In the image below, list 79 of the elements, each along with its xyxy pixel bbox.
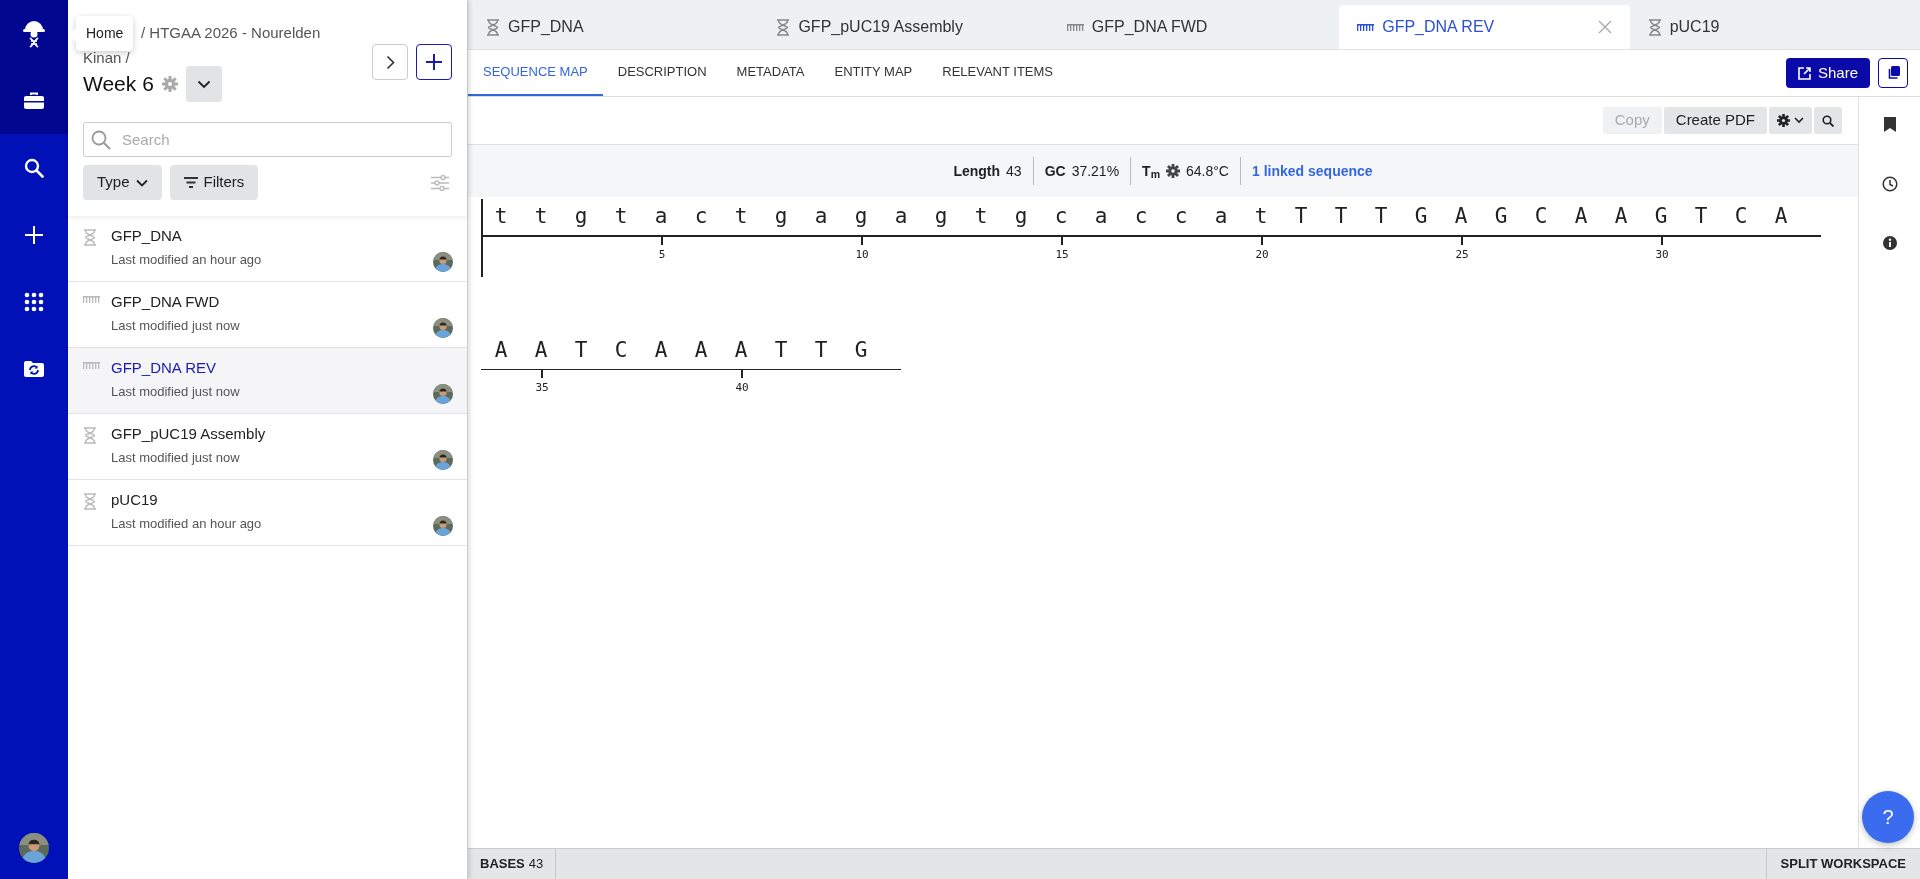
sequence-text: A A T C A A A T T G [493, 336, 869, 364]
hourglass-icon [83, 427, 97, 444]
ruler-label: 10 [855, 246, 869, 263]
chevron-right-icon [385, 54, 395, 70]
stat-value: 64.8°C [1186, 161, 1229, 181]
copy-icon [1886, 66, 1900, 80]
ruler-label: 40 [735, 380, 749, 396]
clock-icon[interactable] [1881, 176, 1898, 192]
ruler-label: 25 [1455, 246, 1469, 263]
chevron-down-icon [135, 178, 148, 187]
linked-sequence-link[interactable]: 1 linked sequence [1252, 160, 1373, 182]
tab[interactable]: SEQUENCE MAP [468, 50, 603, 96]
filters-button[interactable]: Filters [169, 165, 259, 200]
info-icon[interactable] [1882, 236, 1897, 250]
chevron-down-icon [196, 79, 211, 89]
stat-label: Length [953, 161, 1001, 181]
external-link-icon [1797, 66, 1811, 80]
search-field[interactable]: Search [83, 122, 452, 157]
hourglass-icon [83, 493, 97, 510]
status-label: BASES [480, 855, 525, 874]
stat-value: 37.21% [1071, 161, 1120, 181]
help-button[interactable]: ? [1862, 791, 1914, 843]
document-tab[interactable]: GFP_DNA REV [1339, 5, 1630, 49]
hourglass-icon [1647, 18, 1662, 36]
document-tab[interactable]: pUC19 [1629, 5, 1920, 49]
oligo-icon [83, 295, 100, 304]
gear-icon [1777, 114, 1790, 127]
logo-icon[interactable] [23, 18, 45, 49]
apps-icon[interactable] [24, 291, 44, 312]
filter-icon [183, 177, 198, 188]
dropdown-button[interactable] [185, 66, 222, 102]
oligo-icon [83, 361, 100, 370]
document-tab[interactable]: GFP_DNA [468, 5, 759, 49]
folder-sync-icon[interactable] [24, 359, 44, 378]
status-value: 43 [528, 855, 544, 874]
copy-button[interactable] [1878, 58, 1908, 88]
document-tab[interactable]: GFP_DNA FWD [1048, 5, 1340, 49]
hourglass-icon [776, 18, 791, 36]
settings-button[interactable] [1769, 107, 1812, 134]
bookmark-icon[interactable] [1883, 117, 1896, 132]
list-item[interactable]: GFP_DNA REV Last modified just now [68, 348, 467, 414]
oligo-icon [1066, 22, 1084, 32]
plus-icon [425, 53, 443, 71]
add-button[interactable] [416, 44, 452, 80]
sliders-icon[interactable] [431, 174, 449, 191]
search-icon [1822, 114, 1834, 127]
search-button[interactable] [1814, 107, 1842, 134]
briefcase-icon[interactable] [24, 91, 44, 110]
ruler-label: 5 [658, 246, 666, 263]
tab[interactable]: METADATA [721, 50, 820, 96]
stat-label: T$_{m}$ [1142, 161, 1160, 182]
hourglass-icon [83, 229, 97, 246]
tab[interactable]: RELEVANT ITEMS [927, 50, 1069, 96]
ruler-label: 20 [1255, 246, 1269, 263]
split-workspace-button[interactable]: SPLIT WORKSPACE [1765, 849, 1920, 879]
share-button[interactable]: Share [1785, 58, 1870, 88]
create-pdf-button[interactable]: Create PDF [1663, 107, 1767, 134]
hourglass-icon [486, 18, 500, 36]
sequence-text: t t g t a c t g a g a g t g c a c c a t T T T G A G C A A G T C A [493, 203, 1789, 231]
list-item[interactable]: GFP_pUC19 Assembly Last modified just now [68, 414, 467, 480]
expand-button[interactable] [372, 44, 408, 80]
ruler-label: 35 [535, 380, 549, 396]
stat-label: GC [1044, 161, 1066, 181]
document-tab[interactable]: GFP_pUC19 Assembly [758, 5, 1049, 49]
ruler-label: 15 [1055, 246, 1069, 263]
list-item[interactable]: GFP_DNA Last modified an hour ago [68, 216, 467, 282]
tab[interactable]: DESCRIPTION [602, 50, 722, 96]
plus-icon[interactable] [24, 224, 44, 245]
stat-value: 43 [1006, 161, 1022, 181]
ruler-label: 30 [1655, 246, 1669, 263]
caret-icon [1794, 117, 1804, 124]
search-icon [91, 130, 111, 150]
oligo-icon [1357, 22, 1375, 32]
search-icon[interactable] [24, 157, 44, 178]
gear-icon[interactable] [1166, 164, 1180, 178]
folder-title: Week 6 [83, 71, 154, 98]
list-item[interactable]: pUC19 Last modified an hour ago [68, 480, 467, 546]
tab[interactable]: ENTITY MAP [819, 50, 928, 96]
type-dropdown[interactable]: Type [83, 165, 162, 200]
